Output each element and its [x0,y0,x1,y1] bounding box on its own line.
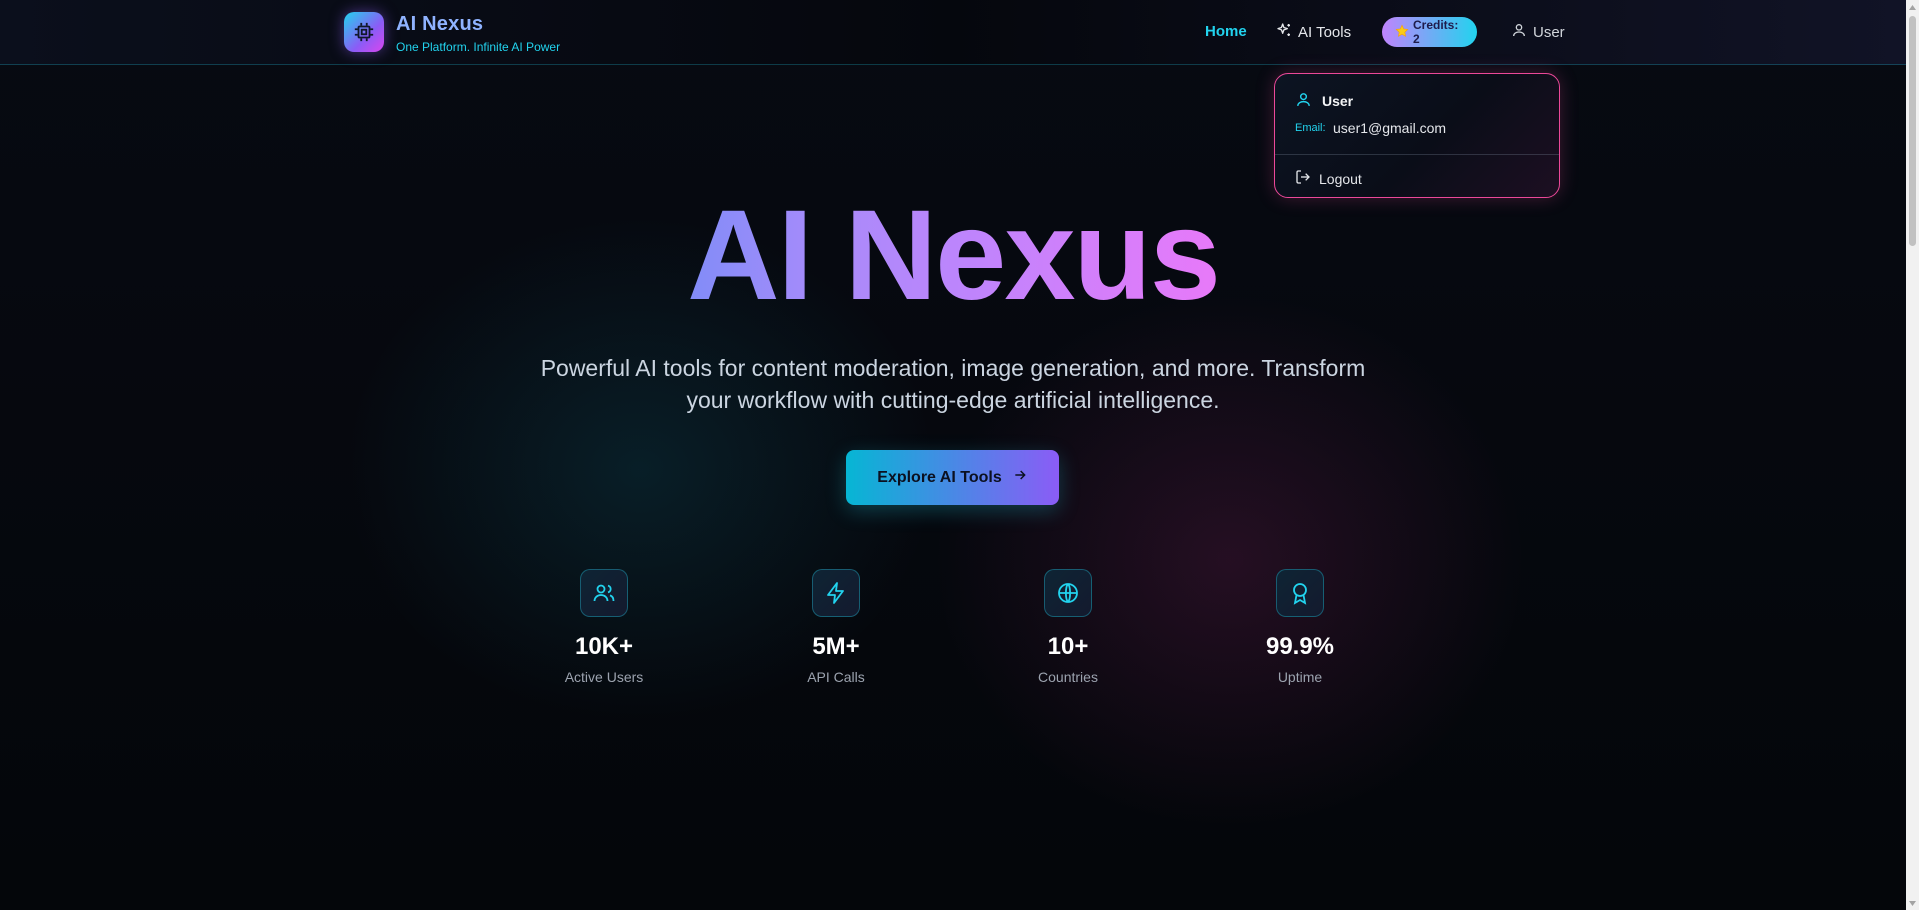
user-icon [1511,22,1527,42]
hero-subtitle-line-2: your workflow with cutting-edge artifici… [686,387,1220,413]
stat-api-calls: 5M+ API Calls [756,569,916,685]
top-navbar: AI Nexus One Platform. Infinite AI Power… [0,0,1906,65]
credits-badge[interactable]: Credits: 2 [1382,17,1477,47]
credits-label: Credits: 2 [1413,18,1459,46]
sparkles-icon [1276,22,1292,42]
stat-active-users: 10K+ Active Users [524,569,684,685]
users-icon [580,569,628,617]
explore-ai-tools-button[interactable]: Explore AI Tools [846,450,1059,505]
user-icon [1295,91,1312,111]
explore-ai-tools-label: Explore AI Tools [877,468,1002,486]
user-menu-label: User [1533,23,1565,41]
star-icon [1395,23,1409,41]
user-dropdown-menu: User Email: user1@gmail.com Logout [1274,73,1560,198]
user-menu-button[interactable]: User [1511,22,1565,42]
globe-icon [1044,569,1092,617]
hero-title: AI Nexus [687,184,1221,327]
scrollbar-thumb[interactable] [1909,16,1916,246]
brand-tagline: One Platform. Infinite AI Power [396,40,561,54]
stat-value: 99.9% [1265,633,1335,660]
dropdown-divider [1275,154,1559,155]
brand-name[interactable]: AI Nexus [396,13,483,36]
logout-icon [1295,169,1311,188]
dropdown-username: User [1322,93,1354,109]
stat-label: API Calls [807,669,865,685]
stat-uptime: 99.9% Uptime [1220,569,1380,685]
stat-label: Uptime [1277,669,1323,685]
dropdown-user-row: User [1295,91,1353,111]
lightning-icon [812,569,860,617]
stat-label: Active Users [564,669,644,685]
nav-ai-tools-link[interactable]: AI Tools [1276,22,1351,42]
arrow-right-icon [1012,467,1028,488]
hero-subtitle: Powerful AI tools for content moderation… [0,352,1906,416]
stat-label: Countries [1038,669,1098,685]
nav-ai-tools-label: AI Tools [1298,23,1352,41]
nav-home-link[interactable]: Home [1205,23,1247,40]
dropdown-email-label: Email: [1295,122,1326,134]
stat-countries: 10+ Countries [988,569,1148,685]
dropdown-email-value: user1@gmail.com [1333,120,1447,136]
stat-value: 5M+ [812,633,860,660]
hero-subtitle-line-1: Powerful AI tools for content moderation… [540,355,1366,381]
logout-label: Logout [1319,170,1362,187]
logo-chip-icon[interactable] [344,12,384,52]
logout-button[interactable]: Logout [1295,169,1362,188]
award-icon [1276,569,1324,617]
page-scrollbar[interactable] [1906,0,1919,910]
stat-value: 10K+ [574,633,634,660]
scroll-up-arrow-icon[interactable] [1906,0,1919,14]
scroll-down-arrow-icon[interactable] [1906,896,1919,910]
stat-value: 10+ [1047,633,1089,660]
